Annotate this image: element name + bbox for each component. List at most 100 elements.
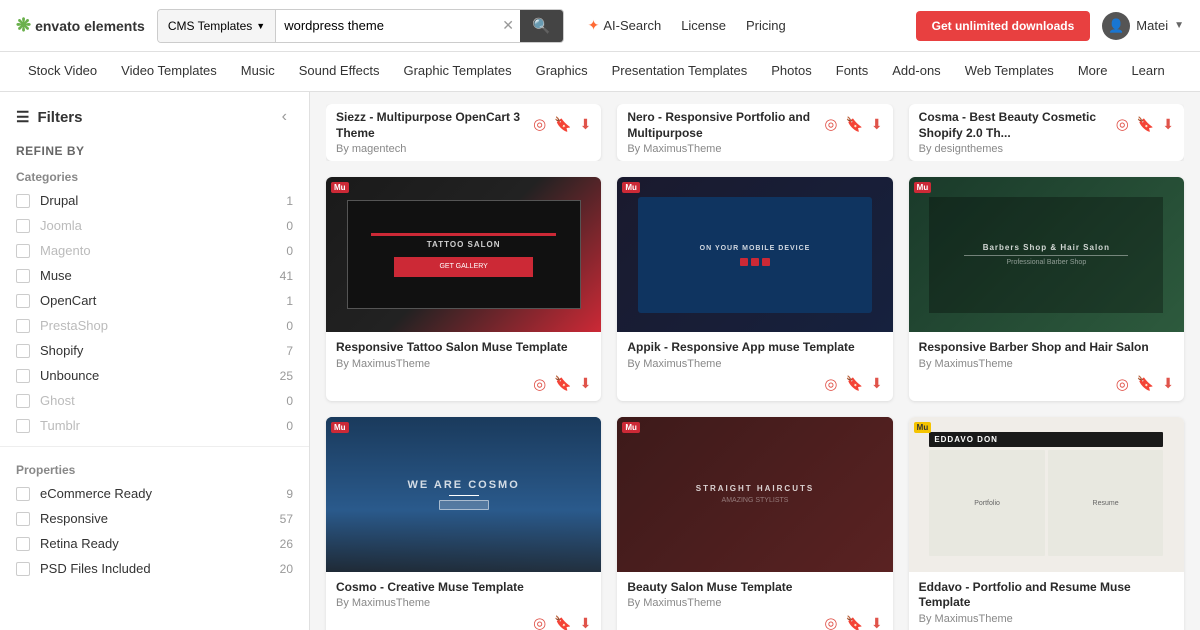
nav-learn[interactable]: Learn	[1119, 52, 1176, 92]
nav-graphic-templates[interactable]: Graphic Templates	[391, 52, 523, 92]
tumblr-count: 0	[286, 419, 293, 433]
category-ghost[interactable]: Ghost 0	[0, 388, 309, 413]
preview-icon[interactable]: ◎	[1116, 375, 1129, 393]
bookmark-icon[interactable]: 🔖	[845, 615, 862, 630]
preview-button[interactable]: ◎	[533, 115, 546, 133]
preview-icon[interactable]: ◎	[533, 614, 546, 630]
category-magento[interactable]: Magento 0	[0, 238, 309, 263]
get-unlimited-button[interactable]: Get unlimited downloads	[916, 11, 1091, 41]
retina-checkbox[interactable]	[16, 537, 30, 551]
card-preview-image: STRAIGHT HAIRCUTS AMAZING STYLISTS	[617, 417, 892, 572]
main-content: ☰ Filters ‹ Refine by Categories Drupal …	[0, 92, 1200, 630]
ecommerce-count: 9	[286, 487, 293, 501]
psd-label: PSD Files Included	[40, 561, 270, 576]
nav-addons[interactable]: Add-ons	[880, 52, 952, 92]
property-psd[interactable]: PSD Files Included 20	[0, 556, 309, 581]
list-item: Cosma - Best Beauty Cosmetic Shopify 2.0…	[909, 104, 1184, 161]
category-opencart[interactable]: OpenCart 1	[0, 288, 309, 313]
card-title: Appik - Responsive App muse Template	[627, 340, 882, 356]
user-name-label: Matei	[1136, 18, 1168, 33]
nav-photos[interactable]: Photos	[759, 52, 823, 92]
pricing-link[interactable]: Pricing	[746, 18, 786, 33]
list-item: Mu EDDAVO DON Portfolio	[909, 417, 1184, 630]
unbounce-checkbox[interactable]	[16, 369, 30, 383]
download-icon[interactable]: ⬇	[580, 375, 592, 392]
category-drupal[interactable]: Drupal 1	[0, 188, 309, 213]
list-item: Nero - Responsive Portfolio and Multipur…	[617, 104, 892, 161]
preview-icon[interactable]: ◎	[824, 375, 837, 393]
download-button[interactable]: ⬇	[580, 116, 592, 133]
card-author: By MaximusTheme	[336, 597, 591, 609]
download-icon[interactable]: ⬇	[871, 615, 883, 630]
magento-checkbox[interactable]	[16, 244, 30, 258]
joomla-checkbox[interactable]	[16, 219, 30, 233]
logo[interactable]: ❋ envato elements	[16, 15, 145, 36]
bookmark-button[interactable]: 🔖	[1137, 116, 1154, 133]
shopify-checkbox[interactable]	[16, 344, 30, 358]
preview-icon[interactable]: ◎	[824, 614, 837, 630]
muse-checkbox[interactable]	[16, 269, 30, 283]
nav-music[interactable]: Music	[229, 52, 287, 92]
ghost-checkbox[interactable]	[16, 394, 30, 408]
search-input[interactable]	[276, 18, 496, 33]
nav-presentation-templates[interactable]: Presentation Templates	[600, 52, 760, 92]
bookmark-button[interactable]: 🔖	[845, 116, 862, 133]
ai-search-label: AI-Search	[603, 18, 661, 33]
category-shopify[interactable]: Shopify 7	[0, 338, 309, 363]
tumblr-checkbox[interactable]	[16, 419, 30, 433]
search-type-dropdown[interactable]: CMS Templates ▼	[158, 10, 276, 42]
nav-video-templates[interactable]: Video Templates	[109, 52, 229, 92]
card-actions: ◎ 🔖 ⬇	[336, 375, 591, 393]
sidebar-collapse-button[interactable]: ‹	[276, 106, 293, 128]
bookmark-icon[interactable]: 🔖	[554, 615, 571, 630]
license-link[interactable]: License	[681, 18, 726, 33]
download-icon[interactable]: ⬇	[580, 615, 592, 630]
nav-sound-effects[interactable]: Sound Effects	[287, 52, 392, 92]
search-submit-button[interactable]: 🔍	[520, 10, 563, 42]
search-type-label: CMS Templates	[168, 19, 252, 33]
nav-more[interactable]: More	[1066, 52, 1120, 92]
preview-icon[interactable]: ◎	[533, 375, 546, 393]
opencart-count: 1	[286, 294, 293, 308]
category-tumblr[interactable]: Tumblr 0	[0, 413, 309, 438]
property-ecommerce[interactable]: eCommerce Ready 9	[0, 481, 309, 506]
bookmark-button[interactable]: 🔖	[554, 116, 571, 133]
bookmark-icon[interactable]: 🔖	[554, 375, 571, 392]
nav-web-templates[interactable]: Web Templates	[953, 52, 1066, 92]
download-icon[interactable]: ⬇	[1162, 375, 1174, 392]
category-muse[interactable]: Muse 41	[0, 263, 309, 288]
results-area: Siezz - Multipurpose OpenCart 3 Theme By…	[310, 92, 1200, 630]
card-preview-image: ON YOUR MOBILE DEVICE	[617, 177, 892, 332]
muse-badge: Mu	[622, 182, 640, 193]
psd-checkbox[interactable]	[16, 562, 30, 576]
card-title: Beauty Salon Muse Template	[627, 580, 882, 596]
prestashop-checkbox[interactable]	[16, 319, 30, 333]
preview-button[interactable]: ◎	[1116, 115, 1129, 133]
download-icon[interactable]: ⬇	[871, 375, 883, 392]
download-button[interactable]: ⬇	[1162, 116, 1174, 133]
drupal-checkbox[interactable]	[16, 194, 30, 208]
nav-stock-video[interactable]: Stock Video	[16, 52, 109, 92]
nav-graphics[interactable]: Graphics	[524, 52, 600, 92]
muse-badge: Mu	[622, 422, 640, 433]
opencart-checkbox[interactable]	[16, 294, 30, 308]
property-retina[interactable]: Retina Ready 26	[0, 531, 309, 556]
responsive-checkbox[interactable]	[16, 512, 30, 526]
search-clear-button[interactable]: ✕	[496, 17, 520, 34]
ai-search-link[interactable]: ✦ AI-Search	[588, 17, 662, 34]
list-item: Mu TATTOO SALON GET GALLERY	[326, 177, 601, 401]
drupal-count: 1	[286, 194, 293, 208]
user-area[interactable]: 👤 Matei ▼	[1102, 12, 1184, 40]
category-prestashop[interactable]: PrestaShop 0	[0, 313, 309, 338]
download-button[interactable]: ⬇	[871, 116, 883, 133]
property-responsive[interactable]: Responsive 57	[0, 506, 309, 531]
list-item: Siezz - Multipurpose OpenCart 3 Theme By…	[326, 104, 601, 161]
bookmark-icon[interactable]: 🔖	[1137, 375, 1154, 392]
ecommerce-checkbox[interactable]	[16, 487, 30, 501]
bookmark-icon[interactable]: 🔖	[845, 375, 862, 392]
preview-button[interactable]: ◎	[824, 115, 837, 133]
nav-fonts[interactable]: Fonts	[824, 52, 881, 92]
category-joomla[interactable]: Joomla 0	[0, 213, 309, 238]
category-unbounce[interactable]: Unbounce 25	[0, 363, 309, 388]
license-label: License	[681, 18, 726, 33]
